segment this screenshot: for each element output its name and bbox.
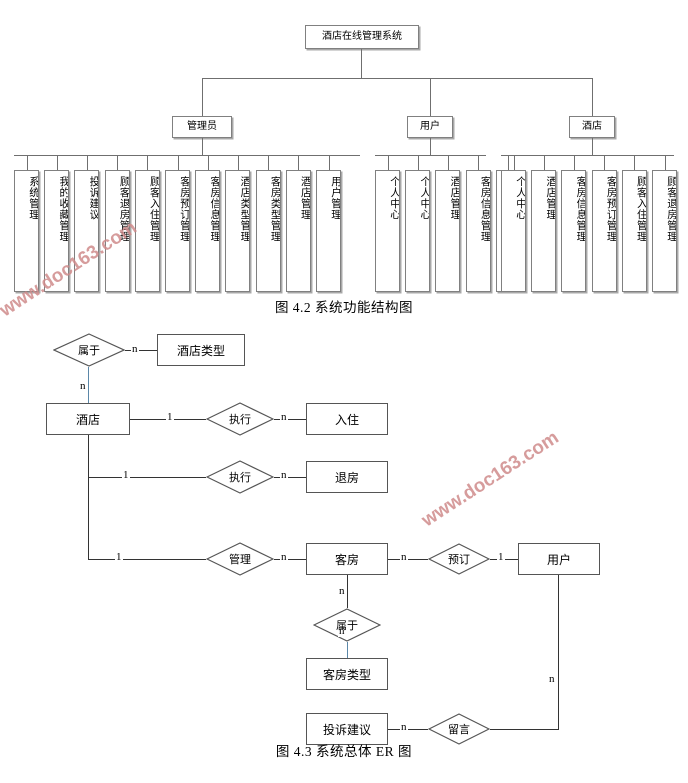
er-relation-exec-out: 执行 (206, 460, 274, 494)
er-entity-user: 用户 (518, 543, 600, 575)
er-line-manage-to-room (274, 559, 306, 561)
er-entity-room-label: 客房 (334, 552, 359, 567)
er-entity-checkout-label: 退房 (334, 470, 359, 485)
er-relation-belong-top-label: 属于 (78, 345, 100, 357)
er-line-message-to-user-v (558, 575, 560, 730)
er-entity-hotel-type: 酒店类型 (157, 334, 245, 366)
er-relation-belong-room: 属于 (313, 608, 381, 642)
er-card-room-reserve: n (400, 551, 408, 563)
er-line-execin-to-checkin (274, 419, 306, 421)
er-entity-room: 客房 (306, 543, 388, 575)
er-relation-exec-out-label: 执行 (229, 472, 251, 484)
er-entity-hotel: 酒店 (46, 403, 130, 435)
er-entity-hotel-label: 酒店 (75, 412, 100, 427)
er-relation-reserve: 预订 (428, 543, 490, 575)
er-card-hotel-execin: 1 (166, 411, 174, 423)
er-line-hotel-spine (88, 435, 90, 559)
er-card-room-belong: n (338, 585, 346, 597)
er-entity-checkin-label: 入住 (334, 412, 359, 427)
er-card-user-message: n (548, 673, 556, 685)
diagram-page: 酒店在线管理系统 管理员 用户 酒店 系统管理 我的收藏管理 投诉建议 顾客退房管理顾… (0, 0, 688, 783)
figure2-caption: 图 4.3 系统总体 ER 图 (275, 744, 413, 759)
er-card-hotel-execout: 1 (122, 469, 130, 481)
figure-overall-er-diagram: 属于 n 酒店类型 n 酒店 1 执行 n 入住 1 执行 n 退房 1 管理 … (0, 0, 688, 783)
er-relation-exec-in-label: 执行 (229, 414, 251, 426)
er-relation-message-label: 留言 (448, 724, 470, 736)
er-entity-room-type: 客房类型 (306, 658, 388, 690)
er-card-belongtop-hoteltype: n (131, 343, 139, 355)
er-relation-belong-room-label: 属于 (336, 620, 358, 632)
er-entity-room-type-label: 客房类型 (322, 667, 371, 682)
er-entity-complaint-label: 投诉建议 (322, 722, 371, 737)
er-card-reserve-user: 1 (497, 551, 505, 563)
er-card-execout-checkout: n (280, 469, 288, 481)
er-entity-checkout: 退房 (306, 461, 388, 493)
er-line-room-to-reserve (388, 559, 428, 561)
er-entity-checkin: 入住 (306, 403, 388, 435)
er-line-room-to-belong (347, 575, 349, 608)
er-relation-exec-in: 执行 (206, 402, 274, 436)
er-relation-manage: 管理 (206, 542, 274, 576)
er-card-hotel-manage: 1 (115, 551, 123, 563)
er-line-execout-to-checkout (274, 477, 306, 479)
er-card-execin-checkin: n (280, 411, 288, 423)
er-line-belongtop-to-hotel (88, 367, 90, 403)
er-relation-belong-top: 属于 (53, 333, 125, 367)
er-card-manage-room: n (280, 551, 288, 563)
er-line-belongtop-to-hoteltype (125, 350, 157, 352)
er-entity-hotel-type-label: 酒店类型 (176, 343, 225, 358)
er-relation-manage-label: 管理 (229, 554, 251, 566)
er-relation-reserve-label: 预订 (448, 554, 470, 566)
er-line-complaint-to-message (388, 729, 428, 731)
er-card-complaint-message: n (400, 721, 408, 733)
er-entity-user-label: 用户 (546, 552, 571, 567)
er-line-message-to-user-h (490, 729, 559, 731)
er-line-hotel-to-manage (88, 559, 206, 561)
er-line-hotel-to-execout (88, 477, 206, 479)
er-card-belongtop-hotel: n (79, 380, 87, 392)
